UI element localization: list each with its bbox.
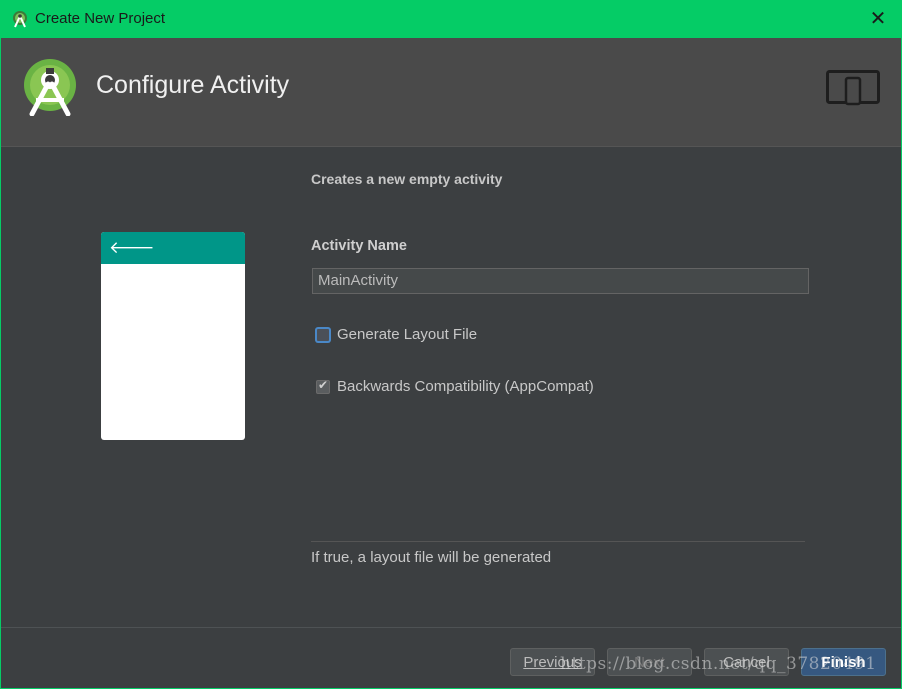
back-arrow-icon: 🡐	[109, 238, 155, 258]
template-description: Creates a new empty activity	[311, 171, 503, 187]
close-icon[interactable]: ✕	[866, 6, 890, 30]
title-bar: Create New Project ✕	[0, 0, 902, 38]
finish-label: Finish	[821, 654, 866, 671]
phone-tablet-icon	[826, 70, 880, 106]
previous-label: Previous	[523, 654, 582, 671]
cancel-button[interactable]: Cancel	[704, 648, 789, 676]
checkbox-checked-icon[interactable]: ✔	[316, 378, 330, 394]
generate-layout-label: Generate Layout File	[337, 326, 478, 343]
activity-preview: 🡐	[101, 232, 245, 440]
activity-name-input[interactable]: MainActivity	[312, 268, 809, 294]
wizard-header: Configure Activity	[1, 38, 901, 147]
android-studio-logo	[24, 59, 76, 116]
help-divider	[311, 541, 805, 542]
window-title: Create New Project	[35, 10, 166, 27]
preview-app-bar: 🡐	[101, 232, 245, 264]
cancel-label: Cancel	[723, 654, 770, 671]
activity-name-label: Activity Name	[311, 238, 407, 254]
next-label: Next	[634, 654, 665, 671]
help-text: If true, a layout file will be generated	[311, 549, 552, 566]
backwards-compat-label: Backwards Compatibility (AppCompat)	[337, 378, 594, 395]
android-studio-icon	[13, 11, 27, 28]
previous-button[interactable]: Previous	[510, 648, 595, 676]
next-button[interactable]: Next	[607, 648, 692, 676]
finish-button[interactable]: Finish	[801, 648, 886, 676]
page-title: Configure Activity	[96, 71, 290, 99]
checkbox-unchecked-icon[interactable]	[316, 328, 330, 342]
footer-separator	[1, 627, 901, 628]
